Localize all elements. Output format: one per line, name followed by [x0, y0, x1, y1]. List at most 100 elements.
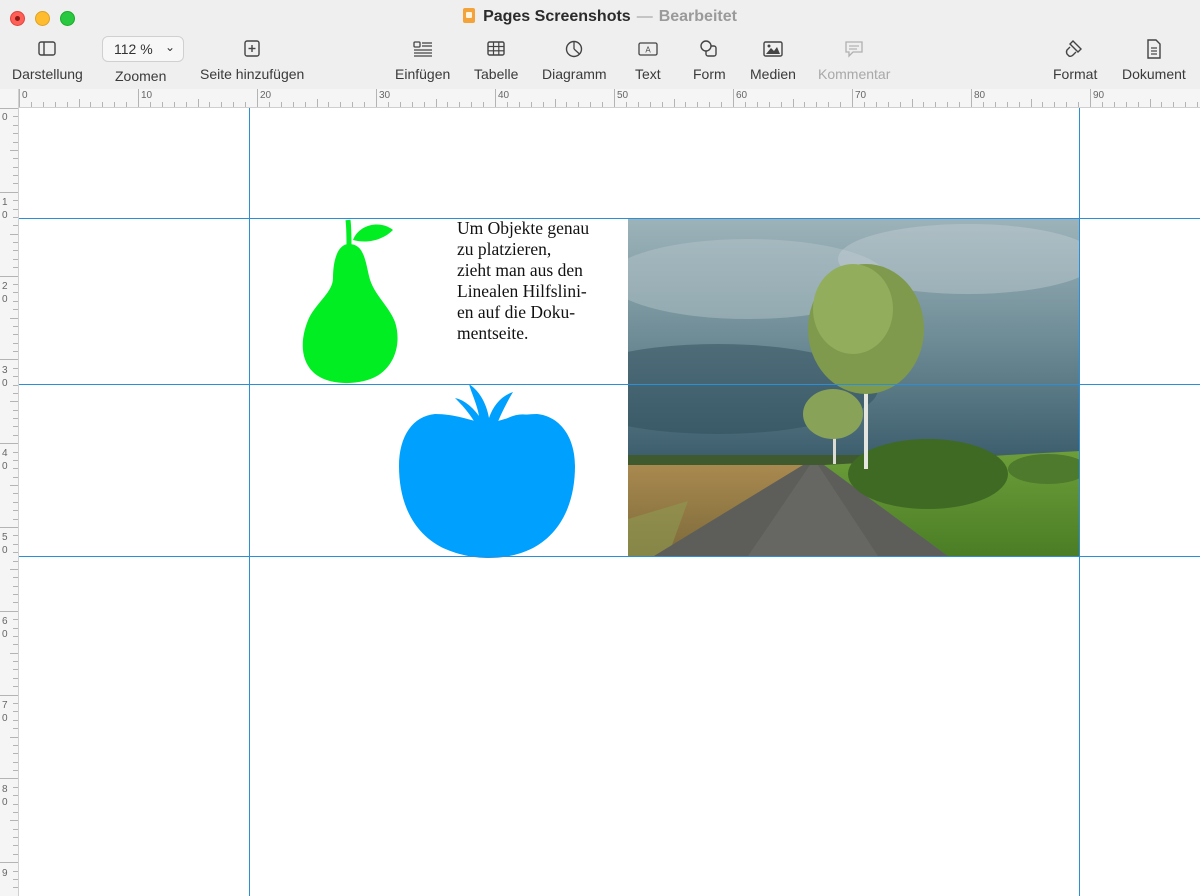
- ruler-tick: [1173, 102, 1175, 107]
- shape-label: Form: [693, 66, 726, 82]
- ruler-tick: [13, 258, 18, 260]
- horizontal-ruler[interactable]: 0 10 20 30 40 50 60 70 80 90: [18, 89, 1200, 108]
- image-icon: [762, 38, 784, 60]
- vertical-guide[interactable]: [1079, 108, 1080, 896]
- ruler-tick: [13, 225, 18, 227]
- ruler-tick: [13, 535, 18, 537]
- ruler-tick: [352, 102, 354, 107]
- vertical-ruler[interactable]: 0 1 0 2 0 3 0 4 0 5 0 6 0 7 0 8 0 9: [0, 89, 19, 896]
- ruler-tick: [13, 283, 18, 285]
- table-button[interactable]: Tabelle: [474, 38, 518, 82]
- body-text-box[interactable]: Um Objekte genau zu platzieren, zieht ma…: [457, 218, 617, 344]
- shape-button[interactable]: Form: [693, 38, 726, 82]
- landscape-photo[interactable]: [628, 219, 1080, 556]
- ruler-tick: [1125, 102, 1127, 107]
- document-button[interactable]: Dokument: [1122, 38, 1186, 82]
- ruler-label: 3 0: [2, 365, 8, 389]
- ruler-tick: [13, 242, 18, 244]
- horizontal-guide[interactable]: [19, 218, 1200, 219]
- ruler-tick: [411, 102, 413, 107]
- ruler-tick: [1066, 102, 1068, 107]
- ruler-tick: [316, 99, 318, 107]
- chart-label: Diagramm: [542, 66, 607, 82]
- ruler-tick: [566, 102, 568, 107]
- ruler-tick: [911, 99, 913, 107]
- ruler-tick: [614, 89, 615, 107]
- ruler-tick: [268, 102, 270, 107]
- ruler-tick: [13, 493, 18, 495]
- ruler-tick: [1006, 102, 1008, 107]
- ruler-tick: [13, 392, 18, 394]
- ruler-tick: [197, 99, 199, 107]
- format-button[interactable]: Format: [1053, 38, 1097, 82]
- ruler-tick: [0, 108, 18, 109]
- ruler-tick: [10, 317, 18, 319]
- horizontal-guide[interactable]: [19, 556, 1200, 557]
- ruler-tick: [13, 166, 18, 168]
- pear-shape[interactable]: [297, 218, 407, 384]
- ruler-tick: [13, 669, 18, 671]
- ruler-tick: [13, 878, 18, 880]
- chart-button[interactable]: Diagramm: [542, 38, 607, 82]
- ruler-label: 0: [22, 90, 28, 101]
- window-titlebar: Pages Screenshots — Bearbeitet Darstellung…: [0, 0, 1200, 90]
- media-button[interactable]: Medien: [750, 38, 796, 82]
- ruler-tick: [13, 753, 18, 755]
- ruler-tick: [13, 845, 18, 847]
- add-page-label: Seite hinzufügen: [200, 66, 305, 82]
- ruler-tick: [13, 811, 18, 813]
- ruler-tick: [792, 99, 794, 107]
- ruler-tick: [13, 677, 18, 679]
- insert-button[interactable]: Einfügen: [395, 38, 450, 82]
- photo-image: [628, 219, 1080, 556]
- ruler-tick: [804, 102, 806, 107]
- ruler-tick: [387, 102, 389, 107]
- ruler-tick: [13, 476, 18, 478]
- ruler-tick: [13, 342, 18, 344]
- ruler-tick: [364, 102, 366, 107]
- ruler-tick: [114, 102, 116, 107]
- shape-icon: [698, 38, 720, 60]
- view-button[interactable]: Darstellung: [12, 38, 83, 82]
- ruler-tick: [13, 795, 18, 797]
- ruler-label: 9: [2, 868, 8, 879]
- ruler-tick: [13, 409, 18, 411]
- ruler-tick: [102, 102, 104, 107]
- ruler-tick: [13, 518, 18, 520]
- tomato-shape[interactable]: [399, 384, 575, 558]
- ruler-tick: [13, 770, 18, 772]
- ruler-tick: [1137, 102, 1139, 107]
- document-status: Bearbeitet: [658, 8, 737, 25]
- ruler-tick: [1078, 102, 1080, 107]
- ruler-tick: [66, 102, 68, 107]
- horizontal-guide[interactable]: [19, 384, 1200, 385]
- ruler-tick: [733, 89, 734, 107]
- ruler-tick: [13, 216, 18, 218]
- add-page-button[interactable]: Seite hinzufügen: [200, 38, 304, 82]
- ruler-tick: [0, 610, 18, 612]
- ruler-tick: [0, 443, 18, 445]
- ruler-tick: [42, 102, 44, 107]
- ruler-tick: [13, 594, 18, 596]
- pie-chart-icon: [563, 38, 585, 60]
- ruler-label: 8 0: [2, 784, 8, 808]
- document-canvas[interactable]: Um Objekte genau zu platzieren, zieht ma…: [19, 108, 1200, 896]
- ruler-tick: [899, 102, 901, 107]
- ruler-tick: [13, 686, 18, 688]
- vertical-guide[interactable]: [249, 108, 250, 896]
- table-label: Tabelle: [474, 66, 519, 82]
- ruler-label: 4 0: [2, 448, 8, 472]
- ruler-tick: [13, 309, 18, 311]
- paintbrush-icon: [1064, 38, 1086, 60]
- ruler-tick: [947, 102, 949, 107]
- text-button[interactable]: A Text: [635, 38, 661, 82]
- chevron-down-icon: ⌄: [164, 40, 175, 54]
- comment-button[interactable]: Kommentar: [818, 38, 890, 82]
- ruler-label: 70: [855, 90, 867, 101]
- pages-document-icon: [463, 8, 476, 23]
- zoom-select[interactable]: 112 % ⌄: [102, 36, 184, 62]
- ruler-tick: [447, 102, 449, 107]
- ruler-tick: [959, 102, 961, 107]
- ruler-tick: [721, 102, 723, 107]
- ruler-tick: [13, 661, 18, 663]
